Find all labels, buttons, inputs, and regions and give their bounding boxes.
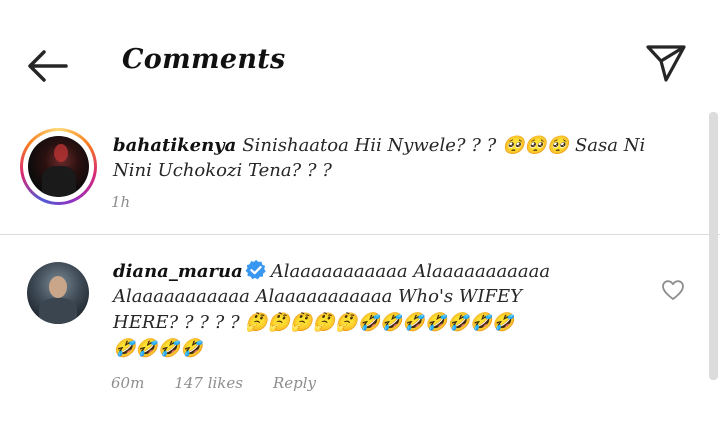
divider xyxy=(0,234,720,235)
scrollbar[interactable] xyxy=(709,112,718,380)
page-title: Comments xyxy=(122,44,286,75)
paper-plane-icon xyxy=(646,45,686,82)
comment-meta: 60m 147 likes Reply xyxy=(111,374,346,392)
caption-text: Sinishaatoa Hii Nywele? ? ? 🥺🥺🥺 Sasa Ni xyxy=(242,135,646,156)
arrow-left-icon xyxy=(28,50,68,82)
caption-username[interactable]: bahatikenya xyxy=(113,135,236,156)
comment-line-4: 🤣🤣🤣🤣 xyxy=(113,338,203,359)
caption-meta: 1h xyxy=(111,193,160,211)
caption-line-1: bahatikenya Sinishaatoa Hii Nywele? ? ? 🥺… xyxy=(113,133,645,158)
comment-likes[interactable]: 147 likes xyxy=(174,374,243,392)
comments-header: Comments xyxy=(0,0,720,115)
share-button[interactable] xyxy=(642,42,690,84)
back-button[interactable] xyxy=(22,44,72,88)
like-button[interactable] xyxy=(660,278,686,302)
reply-button[interactable]: Reply xyxy=(273,374,316,392)
comment-line-2: Alaaaaaaaaaaa Alaaaaaaaaaaa Who's WIFEY xyxy=(113,286,523,307)
avatar[interactable] xyxy=(27,262,89,324)
avatar-story-ring[interactable] xyxy=(20,128,97,205)
comment-line-1: diana_marua Alaaaaaaaaaaa Alaaaaaaaaaaa xyxy=(113,259,550,284)
comment-line-3: HERE? ? ? ? ? 🤔🤔🤔🤔🤔🤣🤣🤣🤣🤣🤣🤣 xyxy=(113,312,515,333)
comment-username[interactable]: diana_marua xyxy=(113,261,243,282)
caption-timestamp: 1h xyxy=(111,193,131,211)
heart-icon xyxy=(662,280,684,300)
comment-text: Alaaaaaaaaaaa Alaaaaaaaaaaa xyxy=(270,261,551,282)
comment-timestamp: 60m xyxy=(111,374,145,392)
avatar xyxy=(28,136,89,197)
caption-line-2: Nini Uchokozi Tena? ? ? xyxy=(113,160,332,181)
verified-badge-icon xyxy=(245,259,266,280)
